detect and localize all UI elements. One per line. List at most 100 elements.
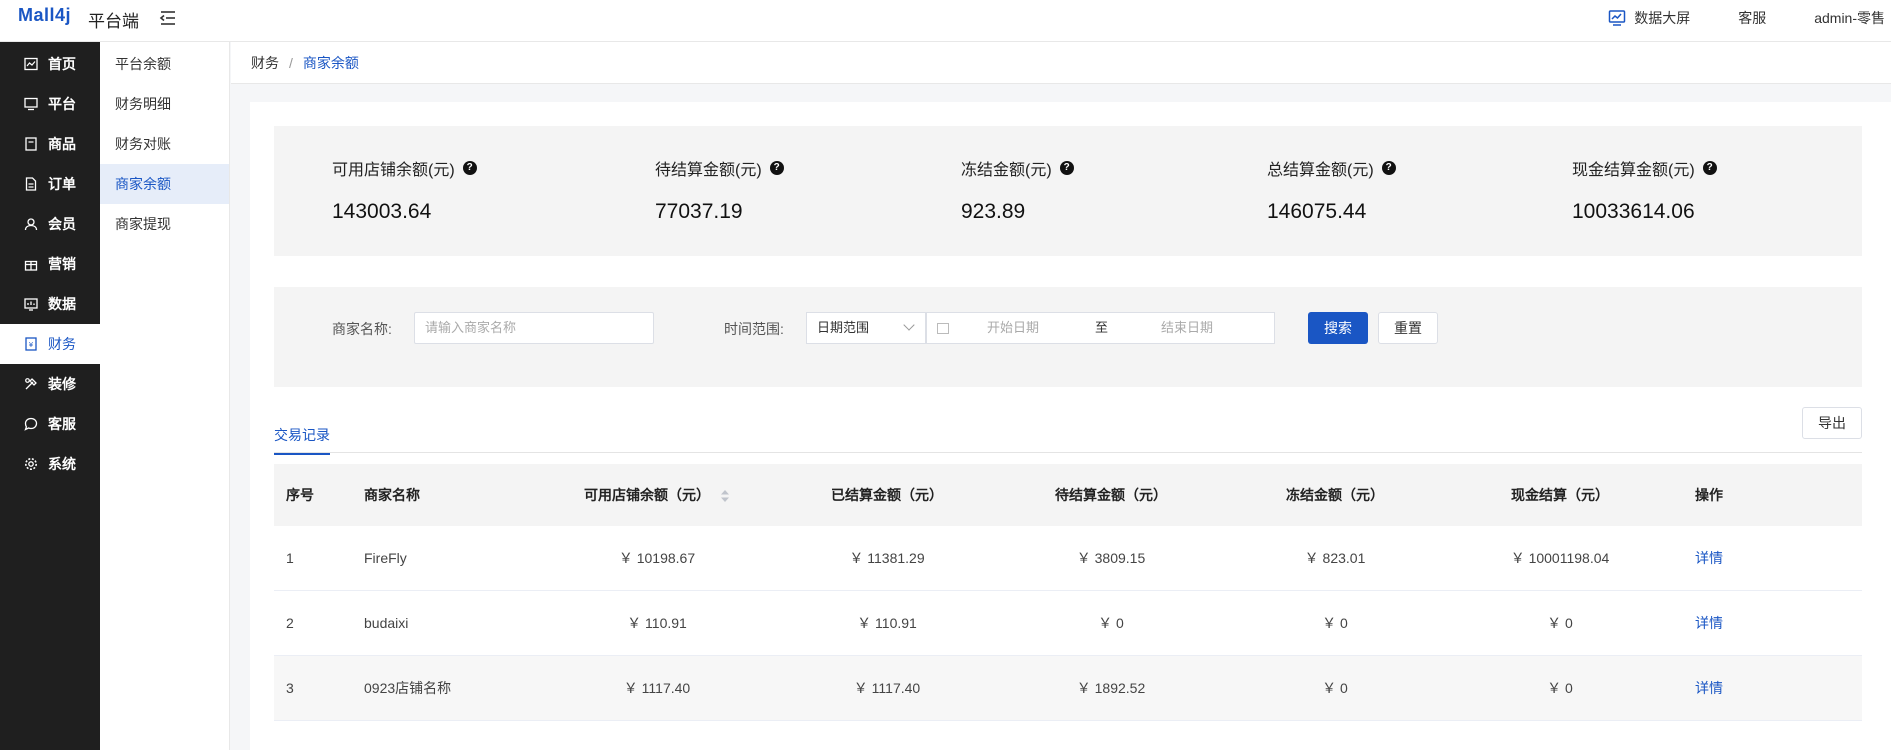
- help-icon[interactable]: ?: [769, 161, 784, 175]
- main-content: 可用店铺余额(元)? 143003.64 待结算金额(元)? 77037.19 …: [250, 102, 1891, 750]
- search-button[interactable]: 搜索: [1308, 312, 1368, 344]
- column-header: 冻结金额（元）: [1286, 487, 1384, 503]
- sidebar-item-customer-service[interactable]: 客服: [0, 404, 100, 444]
- stat-label: 冻结金额(元): [961, 162, 1052, 179]
- cell-index: 1: [286, 550, 294, 566]
- end-date-input[interactable]: 结束日期: [1161, 313, 1213, 343]
- table-header: 序号 商家名称 可用店铺余额（元） 已结算金额（元） 待结算金额（元） 冻结金额…: [274, 464, 1862, 526]
- subnav-item-finance-detail[interactable]: 财务明细: [100, 84, 229, 124]
- svg-text:¥: ¥: [29, 341, 34, 349]
- table-row: 1 FireFly ￥ 10198.67 ￥ 11381.29 ￥ 3809.1…: [274, 526, 1862, 591]
- help-icon[interactable]: ?: [1702, 161, 1717, 175]
- cell-index: 2: [286, 615, 294, 631]
- sidebar-item-orders[interactable]: 订单: [0, 164, 100, 204]
- sidebar-item-marketing[interactable]: 营销: [0, 244, 100, 284]
- tab-transaction-records[interactable]: 交易记录: [274, 425, 330, 455]
- detail-link[interactable]: 详情: [1695, 680, 1723, 696]
- detail-link[interactable]: 详情: [1695, 615, 1723, 631]
- table-row: 3 0923店铺名称 ￥ 1117.40 ￥ 1117.40 ￥ 1892.52…: [274, 656, 1862, 721]
- search-filter: 商家名称: 请输入商家名称 时间范围: 日期范围 开始日期 至 结束日期 搜索 …: [274, 287, 1862, 387]
- chevron-down-icon: [903, 319, 915, 331]
- range-type-select[interactable]: 日期范围: [806, 312, 926, 344]
- sidebar-item-label: 平台: [48, 96, 76, 112]
- data-screen-label: 数据大屏: [1634, 10, 1691, 26]
- sidebar-item-products[interactable]: 商品: [0, 124, 100, 164]
- column-header-label: 可用店铺余额（元）: [584, 487, 711, 503]
- cell-frozen: ￥ 0: [1322, 680, 1348, 696]
- gear-icon: [25, 458, 37, 470]
- subnav-item-reconciliation[interactable]: 财务对账: [100, 124, 229, 164]
- cell-settled: ￥ 11381.29: [849, 550, 925, 566]
- breadcrumb-parent[interactable]: 财务: [251, 53, 279, 73]
- sidebar-item-system[interactable]: 系统: [0, 444, 100, 484]
- reset-button[interactable]: 重置: [1378, 312, 1438, 344]
- decor-icon: [25, 378, 37, 390]
- logo[interactable]: Mall4j: [18, 5, 71, 26]
- data-screen-link[interactable]: 数据大屏: [1608, 8, 1690, 28]
- column-header: 操作: [1695, 487, 1723, 503]
- cell-settled: ￥ 110.91: [857, 615, 917, 631]
- cell-frozen: ￥ 823.01: [1304, 550, 1366, 566]
- sidebar-item-home[interactable]: 首页: [0, 44, 100, 84]
- date-range-separator: 至: [1095, 320, 1109, 335]
- sidebar-item-label: 营销: [48, 256, 76, 272]
- breadcrumb-current: 商家余额: [302, 54, 359, 71]
- sidebar-item-platform[interactable]: 平台: [0, 84, 100, 124]
- sidebar-item-label: 系统: [48, 456, 76, 472]
- subnav-item-merchant-withdraw[interactable]: 商家提现: [100, 204, 229, 244]
- time-range-label: 时间范围:: [724, 321, 784, 337]
- finance-subnav: 平台余额 财务明细 财务对账 商家余额 商家提现: [100, 42, 230, 750]
- date-range-picker[interactable]: 开始日期 至 结束日期: [926, 312, 1275, 344]
- top-bar: Mall4j 平台端 数据大屏 客服 admin-零售: [0, 0, 1891, 42]
- sidebar-item-members[interactable]: 会员: [0, 204, 100, 244]
- stat-value: 10033614.06: [1572, 200, 1695, 223]
- stat-pending-settlement: 待结算金额(元)? 77037.19: [655, 156, 784, 224]
- order-icon: [25, 177, 37, 191]
- detail-link[interactable]: 详情: [1695, 550, 1723, 566]
- export-button[interactable]: 导出: [1802, 407, 1862, 439]
- subnav-item-platform-balance[interactable]: 平台余额: [100, 44, 229, 84]
- column-header-sortable[interactable]: 可用店铺余额（元）: [547, 485, 767, 505]
- monitor-chart-icon: [1608, 10, 1626, 26]
- sidebar-item-finance[interactable]: ¥ 财务: [0, 324, 100, 364]
- column-header: 现金结算（元）: [1511, 487, 1609, 503]
- sidebar-item-data[interactable]: 数据: [0, 284, 100, 324]
- cell-pending: ￥ 1892.52: [1076, 680, 1146, 696]
- sort-icon[interactable]: [720, 489, 730, 503]
- breadcrumb-separator: /: [289, 54, 293, 71]
- sidebar-item-label: 数据: [48, 296, 76, 312]
- cell-cash-settlement: ￥ 10001198.04: [1510, 550, 1610, 566]
- user-menu[interactable]: admin-零售: [1814, 8, 1885, 28]
- column-header: 待结算金额（元）: [1055, 487, 1167, 503]
- stat-total-settlement: 总结算金额(元)? 146075.44: [1267, 156, 1396, 224]
- finance-icon: ¥: [25, 337, 37, 351]
- customer-service-link[interactable]: 客服: [1738, 8, 1766, 28]
- help-icon[interactable]: ?: [1381, 161, 1396, 175]
- cell-pending: ￥ 0: [1098, 615, 1124, 631]
- column-header: 已结算金额（元）: [831, 487, 943, 503]
- stat-value: 77037.19: [655, 200, 743, 223]
- stat-frozen-amount: 冻结金额(元)? 923.89: [961, 156, 1074, 224]
- column-header: 序号: [286, 487, 314, 503]
- stat-cash-settlement: 现金结算金额(元)? 10033614.06: [1572, 156, 1717, 224]
- monitor-icon: [24, 97, 38, 111]
- cell-pending: ￥ 3809.15: [1076, 550, 1146, 566]
- main-sidebar: 首页 平台 商品 订单 会员 营销 数据 ¥ 财务 装修 客服 系统: [0, 42, 100, 750]
- stat-label: 现金结算金额(元): [1572, 162, 1695, 179]
- stat-value: 146075.44: [1267, 200, 1367, 223]
- sidebar-item-label: 商品: [48, 136, 76, 152]
- start-date-input[interactable]: 开始日期: [987, 313, 1039, 343]
- subnav-item-merchant-balance[interactable]: 商家余额: [100, 164, 229, 204]
- menu-collapse-icon[interactable]: [158, 8, 178, 28]
- tab-bar: 交易记录 导出: [274, 407, 1862, 455]
- cell-merchant-name: 0923店铺名称: [364, 680, 452, 696]
- cell-cash-settlement: ￥ 0: [1547, 680, 1573, 696]
- help-icon[interactable]: ?: [1059, 161, 1074, 175]
- help-icon[interactable]: ?: [462, 161, 477, 175]
- sidebar-item-decoration[interactable]: 装修: [0, 364, 100, 404]
- merchant-balance-table: 序号 商家名称 可用店铺余额（元） 已结算金额（元） 待结算金额（元） 冻结金额…: [274, 464, 1862, 721]
- member-icon: [24, 218, 38, 231]
- merchant-name-input[interactable]: 请输入商家名称: [414, 312, 654, 344]
- chat-icon: [24, 417, 38, 431]
- table-row: 2 budaixi ￥ 110.91 ￥ 110.91 ￥ 0 ￥ 0 ￥ 0 …: [274, 591, 1862, 656]
